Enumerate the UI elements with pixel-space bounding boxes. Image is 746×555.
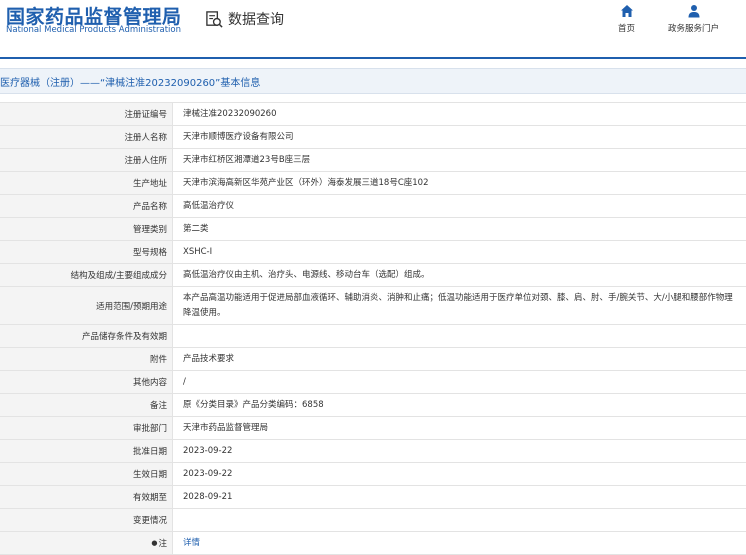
row-label: 生产地址 [0, 172, 173, 194]
table-row: 有效期至 2028-09-21 [0, 486, 746, 509]
table-row: 注册人住所 天津市红桥区湘潭道23号B座三层 [0, 149, 746, 172]
table-row: 管理类别 第二类 [0, 218, 746, 241]
row-value: 高低温治疗仪 [183, 200, 235, 211]
person-icon [688, 5, 699, 18]
table-row: ● 注 详情 [0, 532, 746, 555]
row-value [173, 509, 746, 531]
row-label: 注册人住所 [0, 149, 173, 171]
row-value: 原《分类目录》产品分类编码：6858 [183, 399, 324, 410]
row-value: 详情 [173, 532, 746, 554]
row-label: 管理类别 [0, 218, 173, 240]
home-icon [620, 5, 633, 17]
row-label: 结构及组成/主要组成成分 [0, 264, 173, 286]
detail-link[interactable]: 详情 [183, 536, 200, 551]
row-value: 2023-09-22 [183, 468, 233, 479]
row-label: 备注 [0, 394, 173, 416]
row-value: 天津市药品监督管理局 [183, 422, 269, 433]
record-title-bar: 医疗器械（注册）——“津械注准20232090260”基本信息 [0, 68, 746, 94]
row-label: 有效期至 [0, 486, 173, 508]
table-row: 备注 原《分类目录》产品分类编码：6858 [0, 394, 746, 417]
row-label: 产品储存条件及有效期 [0, 325, 173, 347]
nav-gov-portal-label: 政务服务门户 [668, 24, 720, 34]
site-header: 国家药品监督管理局 National Medical Products Admi… [0, 0, 746, 59]
row-label: 型号规格 [0, 241, 173, 263]
nav-home-label: 首页 [618, 24, 636, 34]
row-label: 审批部门 [0, 417, 173, 439]
row-value: 高低温治疗仪由主机、治疗头、电源线、移动台车（选配）组成。 [183, 269, 430, 280]
row-value: 2023-09-22 [183, 445, 233, 456]
row-label: ● 注 [0, 532, 173, 554]
row-value: 2028-09-21 [183, 491, 233, 502]
row-label: 注册人名称 [0, 126, 173, 148]
page-heading: 数据查询 [205, 8, 284, 30]
row-value: 天津市顺博医疗设备有限公司 [183, 131, 294, 142]
row-label: 生效日期 [0, 463, 173, 485]
table-row: 生效日期 2023-09-22 [0, 463, 746, 486]
row-label: 批准日期 [0, 440, 173, 462]
table-row: 批准日期 2023-09-22 [0, 440, 746, 463]
row-value: 本产品高温功能适用于促进局部血液循环、辅助消炎、消肿和止痛；低温功能适用于医疗单… [183, 292, 733, 318]
table-row: 变更情况 [0, 509, 746, 532]
table-row: 附件 产品技术要求 [0, 348, 746, 371]
row-value [173, 325, 746, 347]
row-value: 天津市红桥区湘潭道23号B座三层 [183, 154, 311, 165]
row-value: 第二类 [183, 223, 209, 234]
table-row: 其他内容 / [0, 371, 746, 394]
table-row: 适用范围/预期用途 本产品高温功能适用于促进局部血液循环、辅助消炎、消肿和止痛；低… [0, 287, 746, 325]
row-value: 天津市滨海高新区华苑产业区（环外）海泰发展三道18号C座102 [183, 177, 429, 188]
page-heading-text: 数据查询 [228, 12, 284, 28]
table-row: 型号规格 XSHC-I [0, 241, 746, 264]
nav-gov-portal[interactable]: 政务服务门户 [668, 4, 719, 34]
table-row: 注册人名称 天津市顺博医疗设备有限公司 [0, 126, 746, 149]
row-label: 变更情况 [0, 509, 173, 531]
data-search-icon [206, 10, 223, 28]
row-label: 产品名称 [0, 195, 173, 217]
row-label: 注册证编号 [0, 103, 173, 125]
table-row: 生产地址 天津市滨海高新区华苑产业区（环外）海泰发展三道18号C座102 [0, 172, 746, 195]
table-row: 产品名称 高低温治疗仪 [0, 195, 746, 218]
row-value: 津械注准20232090260 [183, 108, 277, 119]
row-label: 附件 [0, 348, 173, 370]
note-icon: ● [151, 539, 158, 547]
site-logo-english: National Medical Products Administration [6, 25, 181, 35]
note-label: 注 [158, 539, 167, 549]
row-label: 其他内容 [0, 371, 173, 393]
table-row: 结构及组成/主要组成成分 高低温治疗仪由主机、治疗头、电源线、移动台车（选配）组成… [0, 264, 746, 287]
row-value: 产品技术要求 [183, 353, 235, 364]
detail-table: 注册证编号 津械注准20232090260 注册人名称 天津市顺博医疗设备有限公司 … [0, 102, 746, 555]
table-row: 注册证编号 津械注准20232090260 [0, 103, 746, 126]
table-row: 审批部门 天津市药品监督管理局 [0, 417, 746, 440]
row-label: 适用范围/预期用途 [0, 287, 173, 324]
row-value: XSHC-I [183, 246, 213, 257]
table-row: 产品储存条件及有效期 [0, 325, 746, 348]
record-title: 医疗器械（注册）——“津械注准20232090260”基本信息 [0, 77, 261, 89]
row-value: / [183, 376, 186, 387]
header-divider [0, 57, 746, 59]
nav-home[interactable]: 首页 [618, 4, 635, 34]
